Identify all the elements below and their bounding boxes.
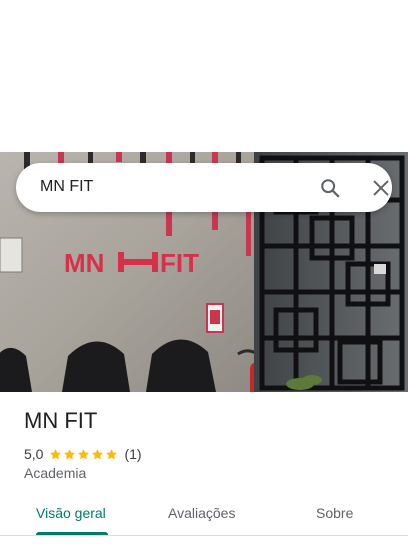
place-title: MN FIT — [24, 408, 98, 433]
rating-value: 5,0 — [24, 446, 44, 462]
search-input[interactable]: MN FIT — [40, 178, 93, 196]
tab-reviews[interactable]: Avaliações — [168, 505, 235, 521]
search-bar[interactable]: MN FIT — [16, 163, 392, 212]
search-icon[interactable] — [319, 177, 341, 199]
star-icon — [92, 448, 104, 459]
star-icon — [50, 448, 62, 459]
sign-text-mn: MN — [64, 248, 104, 278]
star-icon — [78, 448, 90, 459]
star-rating — [49, 448, 118, 461]
tab-overview[interactable]: Visão geral — [36, 505, 106, 521]
star-icon — [64, 448, 76, 459]
place-category[interactable]: Academia — [24, 465, 86, 481]
tab-about[interactable]: Sobre — [316, 505, 353, 521]
close-icon[interactable] — [370, 177, 392, 199]
sign-text-fit: FIT — [160, 248, 199, 278]
tabs-divider — [0, 535, 408, 536]
rating-row[interactable]: 5,0 (1) — [24, 445, 142, 463]
star-icon — [106, 448, 118, 459]
review-count[interactable]: (1) — [124, 446, 141, 462]
